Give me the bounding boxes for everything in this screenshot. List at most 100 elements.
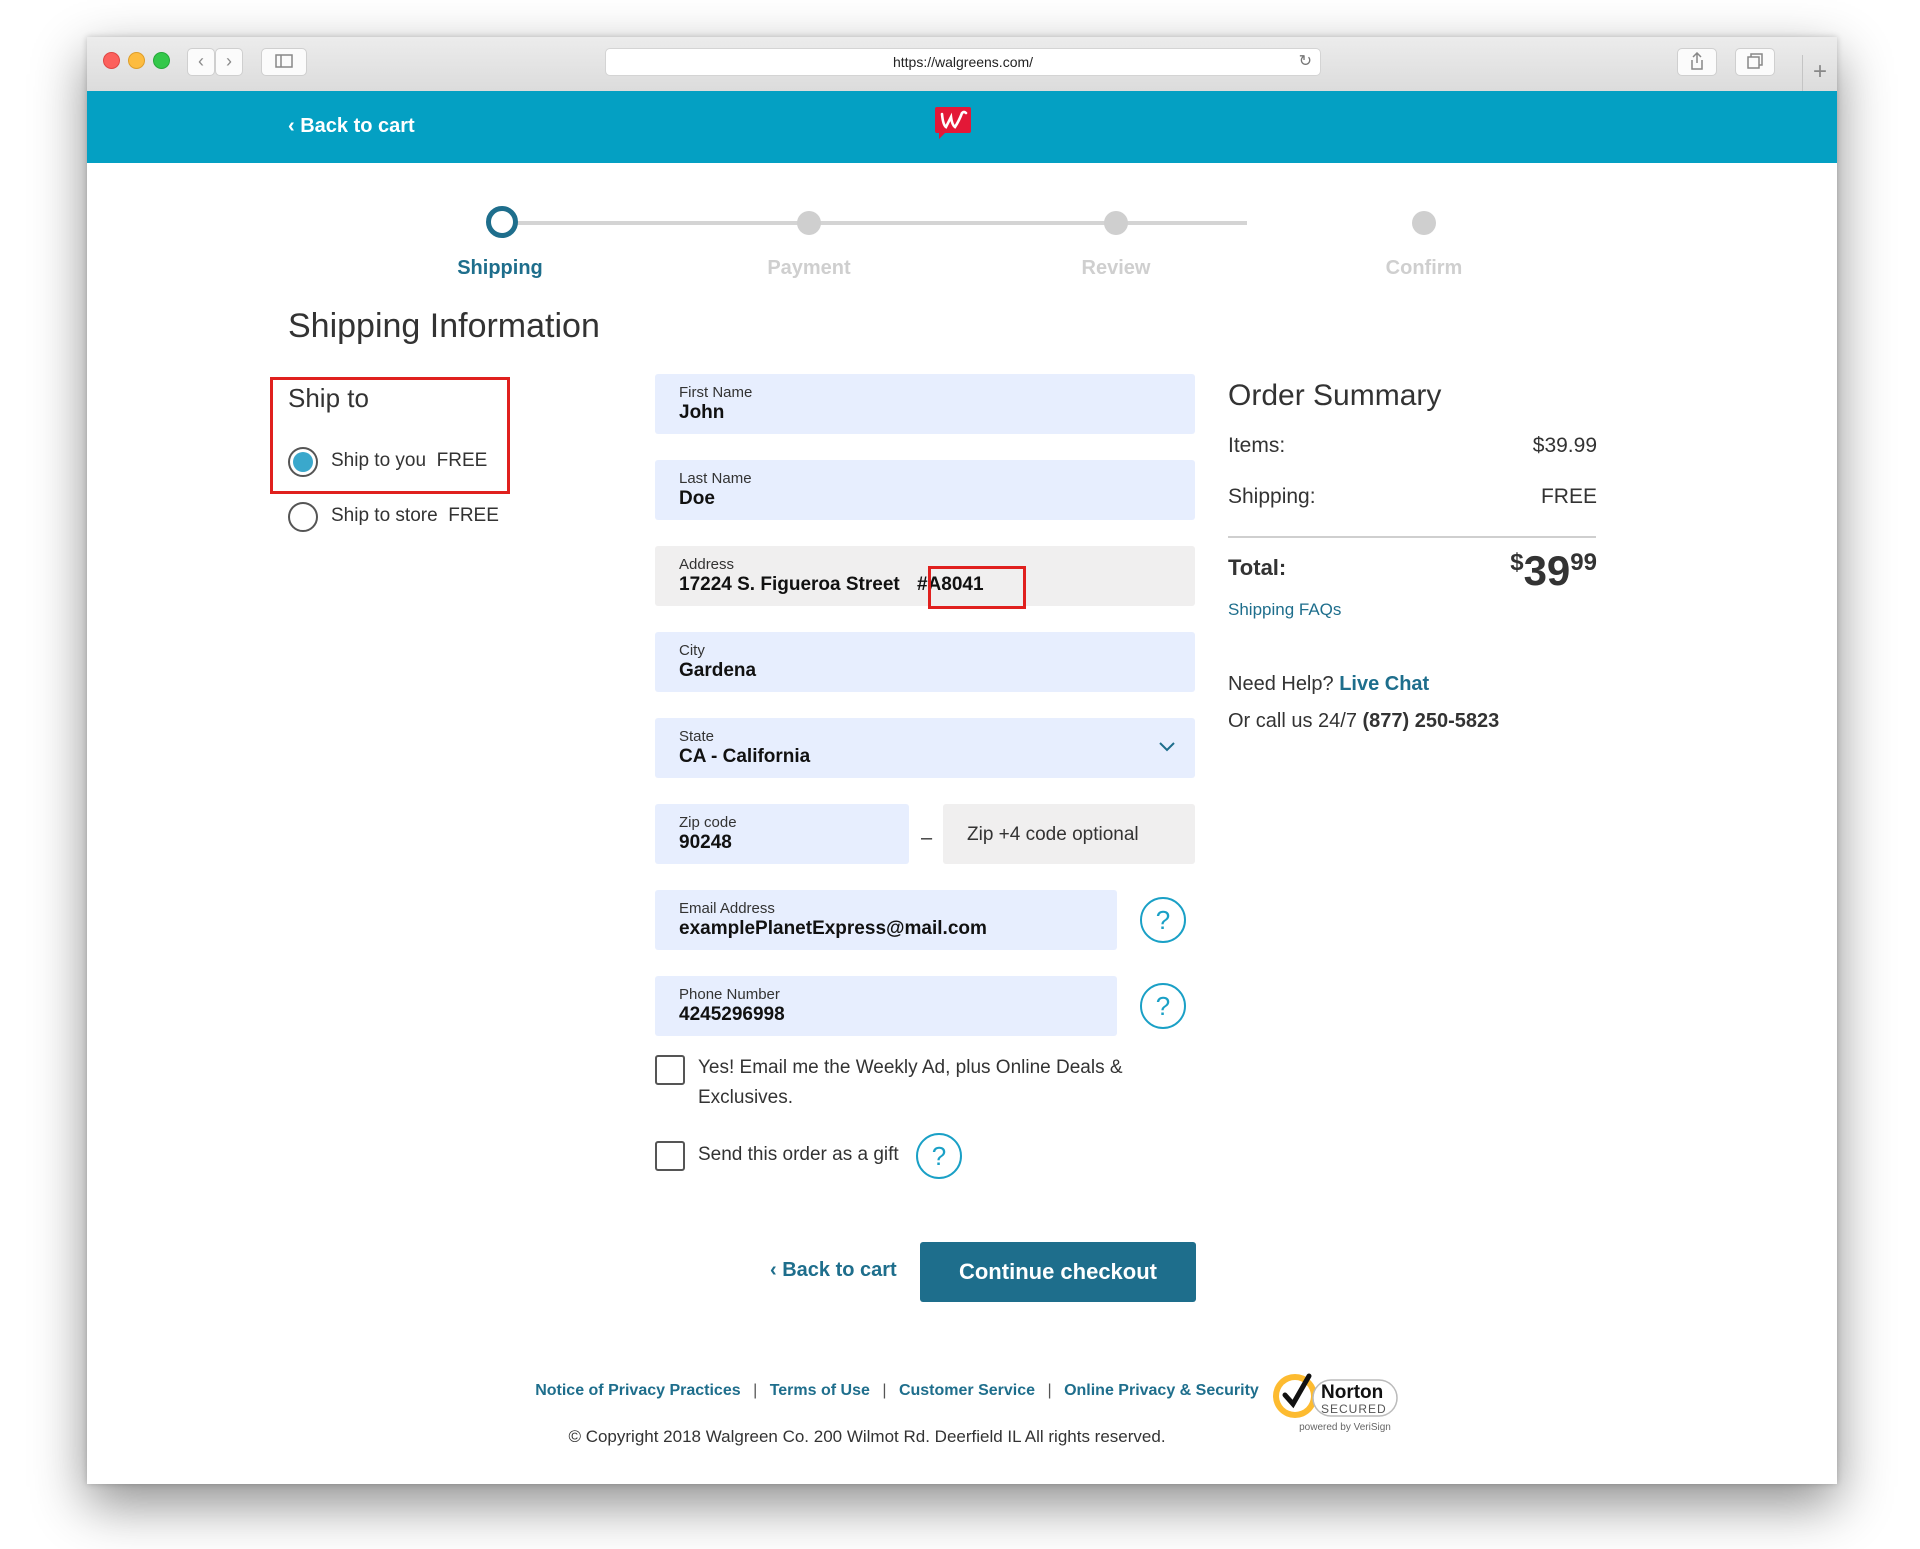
ship-to-you-price: FREE [436, 450, 488, 471]
state-select[interactable]: State CA - California [655, 718, 1195, 778]
footer-link-online-privacy[interactable]: Online Privacy & Security [1064, 1382, 1259, 1399]
step-review-label: Review [1081, 257, 1151, 279]
need-help-line: Need Help? Live Chat [1228, 673, 1429, 696]
step-confirm-label: Confirm [1385, 257, 1463, 279]
gift-checkbox[interactable] [655, 1141, 685, 1171]
phone-help-icon[interactable]: ? [1140, 983, 1186, 1029]
copyright-text: © Copyright 2018 Walgreen Co. 200 Wilmot… [568, 1427, 1166, 1446]
total-currency: $ [1510, 549, 1524, 576]
ship-to-store-text: Ship to store [331, 505, 438, 526]
gift-label[interactable]: Send this order as a gift [698, 1140, 899, 1170]
total-label: Total: [1228, 555, 1287, 580]
phone-value: 4245296998 [679, 1004, 785, 1025]
shipping-value: FREE [1540, 485, 1597, 508]
email-label: Email Address [679, 900, 775, 917]
email-optin-label[interactable]: Yes! Email me the Weekly Ad, plus Online… [698, 1053, 1158, 1113]
footer-link-customer-service[interactable]: Customer Service [899, 1382, 1035, 1399]
email-optin-line1: Yes! Email me the Weekly Ad, plus Online… [698, 1057, 1123, 1078]
phone-label: Phone Number [679, 986, 780, 1003]
ship-to-you-label[interactable]: Ship to you FREE [331, 450, 487, 472]
email-help-icon[interactable]: ? [1140, 897, 1186, 943]
need-help-text: Need Help? [1228, 673, 1334, 695]
walgreens-logo[interactable] [933, 105, 973, 139]
last-name-label: Last Name [679, 470, 752, 487]
step-payment-label: Payment [767, 257, 851, 279]
forward-arrow-icon[interactable]: › [215, 48, 243, 76]
zip-code-value: 90248 [679, 832, 732, 853]
zoom-window-button[interactable] [153, 52, 170, 69]
first-name-value: John [679, 402, 725, 423]
norton-secured-text: SECURED [1321, 1402, 1387, 1416]
new-tab-icon[interactable]: + [1802, 55, 1837, 91]
items-value: $39.99 [1532, 434, 1597, 457]
state-value: CA - California [679, 746, 811, 767]
reload-icon[interactable]: ↻ [1299, 49, 1312, 75]
city-value: Gardena [679, 660, 757, 681]
zip-code-field[interactable]: Zip code 90248 [655, 804, 909, 864]
email-optin-line2: Exclusives. [698, 1087, 794, 1108]
ship-to-title: Ship to [288, 383, 369, 413]
call-us-text: Or call us 24/7 [1228, 710, 1357, 732]
sidebar-toggle-icon[interactable] [261, 48, 307, 76]
share-icon[interactable] [1677, 48, 1717, 76]
ship-to-you-text: Ship to you [331, 450, 427, 471]
step-shipping-indicator [486, 206, 518, 238]
ship-to-store-price: FREE [448, 505, 499, 526]
call-us-line: Or call us 24/7 (877) 250-5823 [1228, 710, 1499, 733]
chevron-down-icon [1159, 742, 1175, 752]
footer-link-terms[interactable]: Terms of Use [770, 1382, 870, 1399]
phone-field[interactable]: Phone Number 4245296998 [655, 976, 1117, 1036]
page-title: Shipping Information [288, 307, 600, 345]
email-value: examplePlanetExpress@mail.com [679, 918, 987, 939]
norton-brand: Norton [1321, 1382, 1384, 1403]
zip4-placeholder: Zip +4 code optional [967, 824, 1139, 845]
footer-link-privacy-notice[interactable]: Notice of Privacy Practices [535, 1382, 740, 1399]
order-summary-title: Order Summary [1228, 379, 1442, 412]
city-field[interactable]: City Gardena [655, 632, 1195, 692]
url-bar[interactable]: https://walgreens.com/ ↻ [605, 48, 1321, 76]
total-dollars: 39 [1523, 547, 1571, 594]
ship-to-store-radio[interactable] [288, 502, 318, 532]
norton-powered-text: powered by VeriSign [1299, 1422, 1391, 1433]
continue-checkout-button[interactable]: Continue checkout [920, 1242, 1196, 1302]
address-field[interactable]: Address 17224 S. Figueroa Street #A8041 [655, 546, 1195, 606]
step-confirm-indicator [1412, 211, 1436, 235]
footer-separator: | [882, 1382, 887, 1399]
last-name-field[interactable]: Last Name Doe [655, 460, 1195, 520]
shipping-faqs-link[interactable]: Shipping FAQs [1228, 600, 1341, 620]
state-label: State [679, 728, 715, 745]
phone-number[interactable]: (877) 250-5823 [1363, 710, 1500, 732]
site-header: ‹ Back to cart [87, 91, 1837, 163]
back-to-cart-link[interactable]: ‹ Back to cart [770, 1259, 897, 1282]
ship-to-you-radio[interactable] [288, 447, 318, 477]
total-cents: 99 [1570, 549, 1597, 576]
tabs-overview-icon[interactable] [1735, 48, 1775, 76]
shipping-label: Shipping: [1228, 485, 1316, 508]
close-window-button[interactable] [103, 52, 120, 69]
norton-secured-badge[interactable]: Norton SECURED powered by VeriSign [1267, 1362, 1417, 1442]
ship-to-store-label[interactable]: Ship to store FREE [331, 505, 499, 527]
items-label: Items: [1228, 434, 1286, 457]
browser-toolbar: ‹ › https://walgreens.com/ ↻ + [87, 37, 1837, 92]
first-name-label: First Name [679, 384, 753, 401]
total-price: $3999 [1467, 547, 1597, 595]
browser-window: ‹ › https://walgreens.com/ ↻ + ‹ Back to… [87, 37, 1837, 1484]
step-shipping-label: Shipping [457, 257, 543, 279]
email-field[interactable]: Email Address examplePlanetExpress@mail.… [655, 890, 1117, 950]
footer-links: Notice of Privacy Practices | Terms of U… [527, 1382, 1267, 1400]
header-back-to-cart-link[interactable]: ‹ Back to cart [288, 115, 415, 138]
last-name-value: Doe [679, 488, 715, 509]
live-chat-link[interactable]: Live Chat [1339, 673, 1429, 695]
back-arrow-icon[interactable]: ‹ [187, 48, 215, 76]
address-label: Address [679, 556, 735, 573]
address-street: 17224 S. Figueroa Street [679, 574, 900, 595]
gift-help-icon[interactable]: ? [916, 1133, 962, 1179]
zip-separator: – [921, 827, 933, 849]
email-optin-checkbox[interactable] [655, 1055, 685, 1085]
first-name-field[interactable]: First Name John [655, 374, 1195, 434]
minimize-window-button[interactable] [128, 52, 145, 69]
zip4-field[interactable]: Zip +4 code optional [943, 804, 1195, 864]
summary-divider [1228, 536, 1596, 538]
footer-separator: | [1047, 1382, 1052, 1399]
progress-track [497, 221, 1247, 225]
